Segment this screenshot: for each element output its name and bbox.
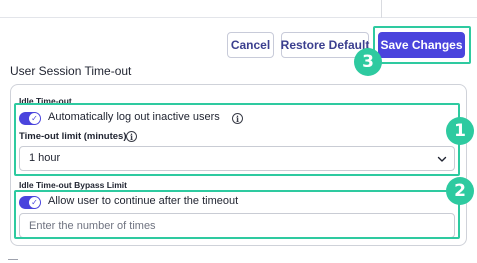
bypass-times-input[interactable] [19, 213, 455, 238]
check-icon: ✓ [29, 197, 40, 208]
truncated-content [8, 259, 18, 263]
top-strip [0, 0, 477, 18]
save-changes-button[interactable]: Save Changes [378, 32, 465, 58]
timeout-limit-label: Time-out limit (minutes) [19, 131, 127, 142]
auto-logout-label: Automatically log out inactive users [48, 111, 220, 123]
allow-continue-toggle[interactable]: ✓ [19, 196, 41, 209]
timeout-limit-value: 1 hour [29, 152, 61, 164]
info-icon[interactable]: i [126, 131, 137, 142]
session-settings-screen: Cancel Restore Default Save Changes 3 Us… [0, 0, 477, 263]
info-icon[interactable]: i [232, 113, 243, 124]
divider [381, 0, 382, 18]
callout-badge-1: 1 [446, 117, 474, 145]
auto-logout-toggle[interactable]: ✓ [19, 112, 41, 125]
check-icon: ✓ [29, 113, 40, 124]
idle-timeout-heading: Idle Time-out [19, 96, 72, 106]
chevron-down-icon [437, 156, 447, 162]
timeout-limit-select[interactable]: 1 hour [19, 146, 455, 171]
bypass-limit-heading: Idle Time-out Bypass Limit [19, 180, 128, 190]
callout-badge-2: 2 [446, 177, 474, 205]
allow-continue-label: Allow user to continue after the timeout [48, 195, 239, 207]
callout-badge-3: 3 [354, 48, 382, 76]
section-title: User Session Time-out [10, 64, 132, 78]
cancel-button[interactable]: Cancel [227, 32, 274, 58]
